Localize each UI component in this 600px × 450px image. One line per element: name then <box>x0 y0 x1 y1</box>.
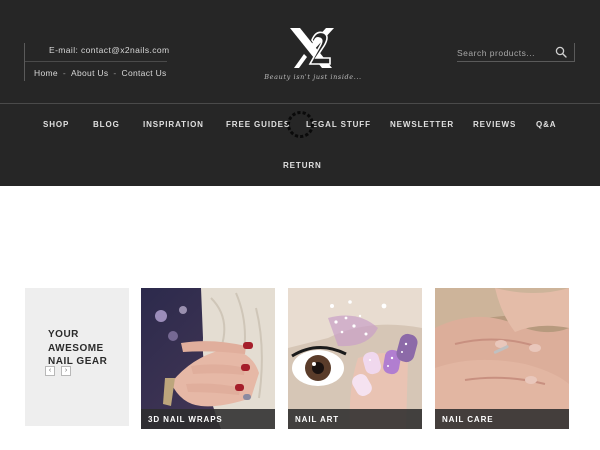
top-link-home[interactable]: Home <box>34 68 58 78</box>
nav-item-legal-stuff[interactable]: LEGAL STUFF <box>306 120 371 129</box>
nav-item-free-guides[interactable]: FREE GUIDES <box>226 120 290 129</box>
site-header: E-mail: contact@x2nails.com Home - About U… <box>0 0 600 186</box>
search-icon[interactable] <box>555 46 567 58</box>
link-separator: - <box>113 68 117 78</box>
chevron-right-icon[interactable]: › <box>61 366 71 376</box>
nail-gear-title-line: NAIL GEAR <box>48 356 108 367</box>
card-caption-text: 3D NAIL WRAPS <box>148 415 223 424</box>
site-logo[interactable] <box>286 24 340 72</box>
nav-divider <box>0 103 600 104</box>
chevron-left-icon[interactable]: ‹ <box>45 366 55 376</box>
nav-item-qa[interactable]: Q&A <box>536 120 556 129</box>
email-link[interactable]: E-mail: contact@x2nails.com <box>49 45 170 55</box>
card-caption-text: NAIL ART <box>295 415 340 424</box>
nav-item-blog[interactable]: BLOG <box>93 120 120 129</box>
top-link-about-us[interactable]: About Us <box>71 68 108 78</box>
nail-gear-title-line: YOUR <box>48 329 79 340</box>
nail-gear-title: YOUR AWESOME NAIL GEAR <box>48 328 126 369</box>
nav-item-newsletter[interactable]: NEWSLETTER <box>390 120 454 129</box>
search-input[interactable] <box>457 45 549 60</box>
category-card-nail-art[interactable]: NAIL ART <box>288 288 422 429</box>
card-caption: 3D NAIL WRAPS <box>141 409 275 429</box>
link-separator: - <box>62 68 67 78</box>
nail-gear-panel: YOUR AWESOME NAIL GEAR ‹ › <box>25 288 129 426</box>
card-caption: NAIL CARE <box>435 409 569 429</box>
spinner-icon <box>287 111 314 138</box>
nav-item-reviews[interactable]: REVIEWS <box>473 120 516 129</box>
contact-info: E-mail: contact@x2nails.com Home - About U… <box>24 43 169 81</box>
contact-divider <box>25 61 167 62</box>
card-caption: NAIL ART <box>288 409 422 429</box>
nav-item-shop[interactable]: SHOP <box>43 120 69 129</box>
nav-item-inspiration[interactable]: INSPIRATION <box>143 120 204 129</box>
nail-care-image <box>435 288 569 429</box>
category-card-3d-nail-wraps[interactable]: 3D NAIL WRAPS <box>141 288 275 429</box>
nail-gear-title-line: AWESOME <box>48 342 104 354</box>
nail-art-image <box>288 288 422 429</box>
category-card-nail-care[interactable]: NAIL CARE <box>435 288 569 429</box>
nav-item-return[interactable]: RETURN <box>283 161 322 170</box>
3d-nail-wraps-image <box>141 288 275 429</box>
top-link-contact-us[interactable]: Contact Us <box>122 68 167 78</box>
tagline: Beauty isn't just inside... <box>264 73 362 81</box>
top-links: Home - About Us - Contact Us <box>34 68 167 78</box>
card-caption-text: NAIL CARE <box>442 415 494 424</box>
search-box <box>457 43 575 62</box>
